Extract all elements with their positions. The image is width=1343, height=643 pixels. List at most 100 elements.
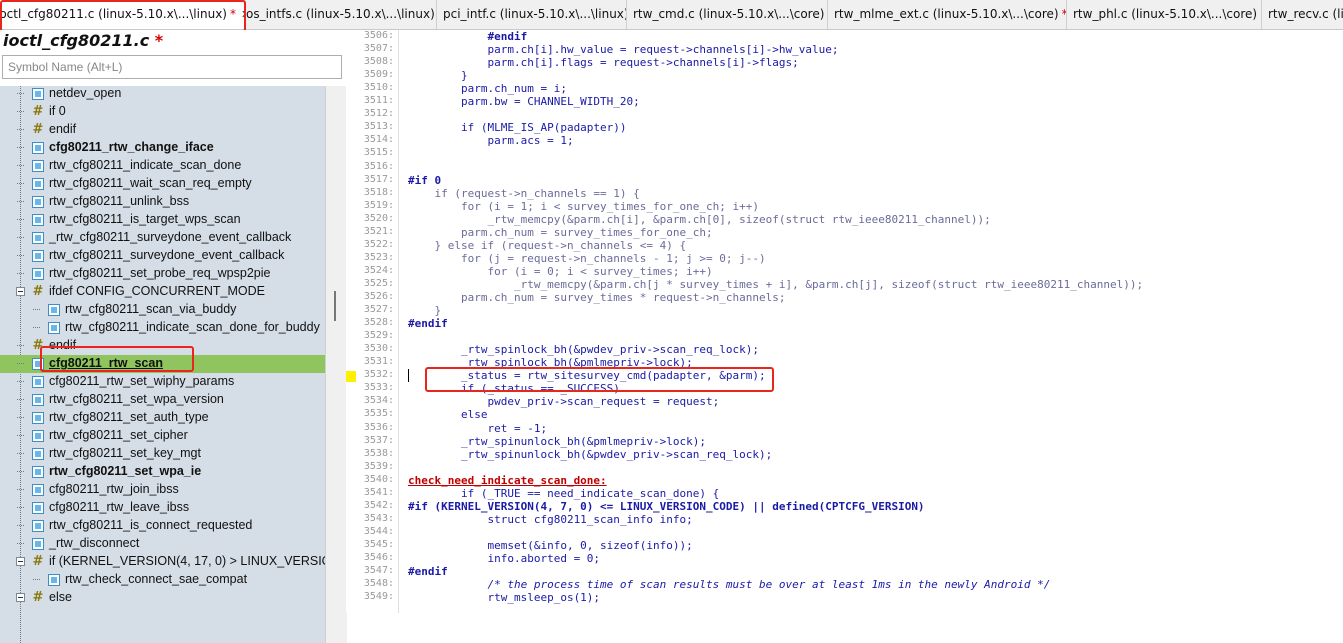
tab-pci-intf[interactable]: pci_intf.c (linux-5.10.x\...\linux) [437, 0, 627, 29]
symbol-tree-item[interactable]: rtw_cfg80211_set_key_mgt [0, 445, 325, 463]
tab-label: rtw_mlme_ext.c (linux-5.10.x\...\core) [834, 7, 1059, 21]
code-line: 3547: #endif [346, 565, 1343, 578]
symbol-tree-item[interactable]: # endif [0, 337, 325, 355]
function-icon [32, 394, 44, 406]
code-line: 3543: struct cfg80211_scan_info info; [346, 513, 1343, 526]
line-number: 3526: [363, 291, 394, 302]
tree-connector-dot [17, 111, 24, 113]
symbol-tree-item[interactable]: # ifdef CONFIG_CONCURRENT_MODE [0, 283, 325, 301]
tab-ioctl-cfg80211[interactable]: ioctl_cfg80211.c (linux-5.10.x\...\linux… [0, 0, 245, 29]
symbol-tree-item-label: rtw_cfg80211_set_auth_type [49, 410, 209, 424]
symbol-tree-item[interactable]: cfg80211_rtw_scan [0, 355, 325, 373]
symbol-tree-item[interactable]: rtw_cfg80211_unlink_bss [0, 193, 325, 211]
symbol-tree-item[interactable]: rtw_cfg80211_wait_scan_req_empty [0, 175, 325, 193]
line-number: 3529: [363, 330, 394, 342]
function-icon [48, 304, 60, 316]
symbol-tree-item[interactable]: rtw_cfg80211_set_wpa_ie [0, 463, 325, 481]
symbol-tree-item[interactable]: # if (KERNEL_VERSION(4, 17, 0) > LINUX_VE… [0, 553, 325, 571]
code-text: if (MLME_IS_AP(padapter)) [408, 121, 627, 135]
tab-rtw-mlme-ext[interactable]: rtw_mlme_ext.c (linux-5.10.x\...\core) * [828, 0, 1067, 29]
function-icon [32, 412, 44, 424]
code-line: 3519: for (i = 1; i < survey_times_for_o… [346, 200, 1343, 213]
code-line: 3514: parm.acs = 1; [346, 134, 1343, 147]
symbol-tree-item-label: else [49, 590, 72, 604]
code-text: /* the process time of scan results must… [408, 578, 1051, 592]
tab-label: rtw_phl.c (linux-5.10.x\...\core) [1073, 7, 1258, 21]
code-line: 3529: [346, 330, 1343, 343]
code-line: 3506: #endif [346, 30, 1343, 43]
code-line: 3522: } else if (request->n_channels <= … [346, 239, 1343, 252]
tree-connector-dot [17, 93, 24, 95]
symbol-tree-item[interactable]: cfg80211_rtw_join_ibss [0, 481, 325, 499]
line-number: 3520: [363, 212, 394, 224]
code-text: _rtw_memcpy(&parm.ch[i], &parm.ch[0], si… [408, 212, 991, 226]
code-line: 3524: for (i = 0; i < survey_times; i++) [346, 265, 1343, 278]
collapse-toggle-icon[interactable] [16, 287, 25, 296]
tab-os-intfs[interactable]: os_intfs.c (linux-5.10.x\...\linux) [245, 0, 437, 29]
code-text: for (i = 0; i < survey_times; i++) [408, 264, 713, 278]
function-icon [32, 502, 44, 514]
symbol-tree-item[interactable]: rtw_cfg80211_set_cipher [0, 427, 325, 445]
line-number: 3547: [363, 565, 394, 577]
symbol-tree-item[interactable]: # else [0, 589, 325, 607]
code-line: 3512: [346, 108, 1343, 121]
symbol-tree-item[interactable]: rtw_cfg80211_surveydone_event_callback [0, 247, 325, 265]
tree-connector-dot [17, 399, 24, 401]
symbol-tree-item-label: if (KERNEL_VERSION(4, 17, 0) > LINUX_VER… [49, 554, 325, 568]
tree-connector-dot [17, 219, 24, 221]
tab-rtw-phl[interactable]: rtw_phl.c (linux-5.10.x\...\core) [1067, 0, 1262, 29]
symbol-tree-item[interactable]: rtw_cfg80211_is_target_wps_scan [0, 211, 325, 229]
scrollbar-thumb[interactable] [334, 291, 336, 321]
tab-rtw-recv[interactable]: rtw_recv.c (linux-5.10.x\...\core) [1262, 0, 1343, 29]
function-icon [48, 322, 60, 334]
tree-connector-dot [17, 363, 24, 365]
tree-connector-dot [17, 525, 24, 527]
code-line: 3515: [346, 147, 1343, 160]
symbol-tree-item[interactable]: _rtw_disconnect [0, 535, 325, 553]
symbol-tree-item-label: endif [49, 122, 77, 136]
tab-rtw-cmd[interactable]: rtw_cmd.c (linux-5.10.x\...\core) [627, 0, 828, 29]
collapse-toggle-icon[interactable] [16, 593, 25, 602]
line-number: 3530: [363, 343, 394, 355]
symbol-tree-item[interactable]: cfg80211_rtw_change_iface [0, 139, 325, 157]
symbol-tree-scrollbar[interactable] [325, 86, 347, 643]
line-number: 3536: [363, 421, 394, 433]
preprocessor-icon: # [32, 338, 44, 353]
symbol-tree-item[interactable]: _rtw_cfg80211_surveydone_event_callback [0, 229, 325, 247]
symbol-panel: ioctl_cfg80211.c * netdev_open # if 0 # endi… [0, 30, 347, 643]
function-icon [32, 196, 44, 208]
symbol-tree-item[interactable]: rtw_cfg80211_is_connect_requested [0, 517, 325, 535]
line-number: 3545: [363, 538, 394, 550]
collapse-toggle-icon[interactable] [16, 557, 25, 566]
symbol-search-input[interactable] [2, 55, 342, 79]
symbol-tree-item[interactable]: # endif [0, 121, 325, 139]
code-line: 3521: parm.ch_num = survey_times_for_one… [346, 226, 1343, 239]
symbol-tree-item[interactable]: cfg80211_rtw_set_wiphy_params [0, 373, 325, 391]
symbol-tree-item-label: cfg80211_rtw_change_iface [49, 140, 214, 154]
line-number: 3543: [363, 512, 394, 524]
code-text: #endif [408, 565, 448, 579]
symbol-tree-item[interactable]: # if 0 [0, 103, 325, 121]
line-number: 3506: [363, 30, 394, 41]
symbol-tree-item[interactable]: cfg80211_rtw_leave_ibss [0, 499, 325, 517]
symbol-tree-item[interactable]: rtw_cfg80211_scan_via_buddy [0, 301, 325, 319]
symbol-tree-item[interactable]: rtw_cfg80211_set_probe_req_wpsp2pie [0, 265, 325, 283]
code-text: _rtw_spinunlock_bh(&pmlmepriv->lock); [408, 434, 707, 448]
symbol-tree-item-label: rtw_cfg80211_scan_via_buddy [65, 302, 237, 316]
code-line: 3548: /* the process time of scan result… [346, 578, 1343, 591]
code-editor[interactable]: 3506: #endif 3507: parm.ch[i].hw_value = … [346, 30, 1343, 613]
code-line: 3538: _rtw_spinunlock_bh(&pwdev_priv->sc… [346, 448, 1343, 461]
symbol-tree-item-label: cfg80211_rtw_set_wiphy_params [49, 374, 235, 388]
symbol-tree-item[interactable]: rtw_cfg80211_indicate_scan_done_for_budd… [0, 319, 325, 337]
code-text: parm.bw = CHANNEL_WIDTH_20; [408, 95, 640, 109]
symbol-tree-item-label: rtw_cfg80211_set_key_mgt [49, 446, 201, 460]
code-line: 3531: _rtw_spinlock_bh(&pmlmepriv->lock)… [346, 356, 1343, 369]
code-text: pwdev_priv->scan_request = request; [408, 395, 720, 409]
line-number: 3524: [363, 264, 394, 276]
function-icon [32, 448, 44, 460]
symbol-tree-item[interactable]: netdev_open [0, 86, 325, 103]
symbol-tree-item[interactable]: rtw_check_connect_sae_compat [0, 571, 325, 589]
symbol-tree-item[interactable]: rtw_cfg80211_set_auth_type [0, 409, 325, 427]
symbol-tree-item[interactable]: rtw_cfg80211_indicate_scan_done [0, 157, 325, 175]
symbol-tree-item[interactable]: rtw_cfg80211_set_wpa_version [0, 391, 325, 409]
